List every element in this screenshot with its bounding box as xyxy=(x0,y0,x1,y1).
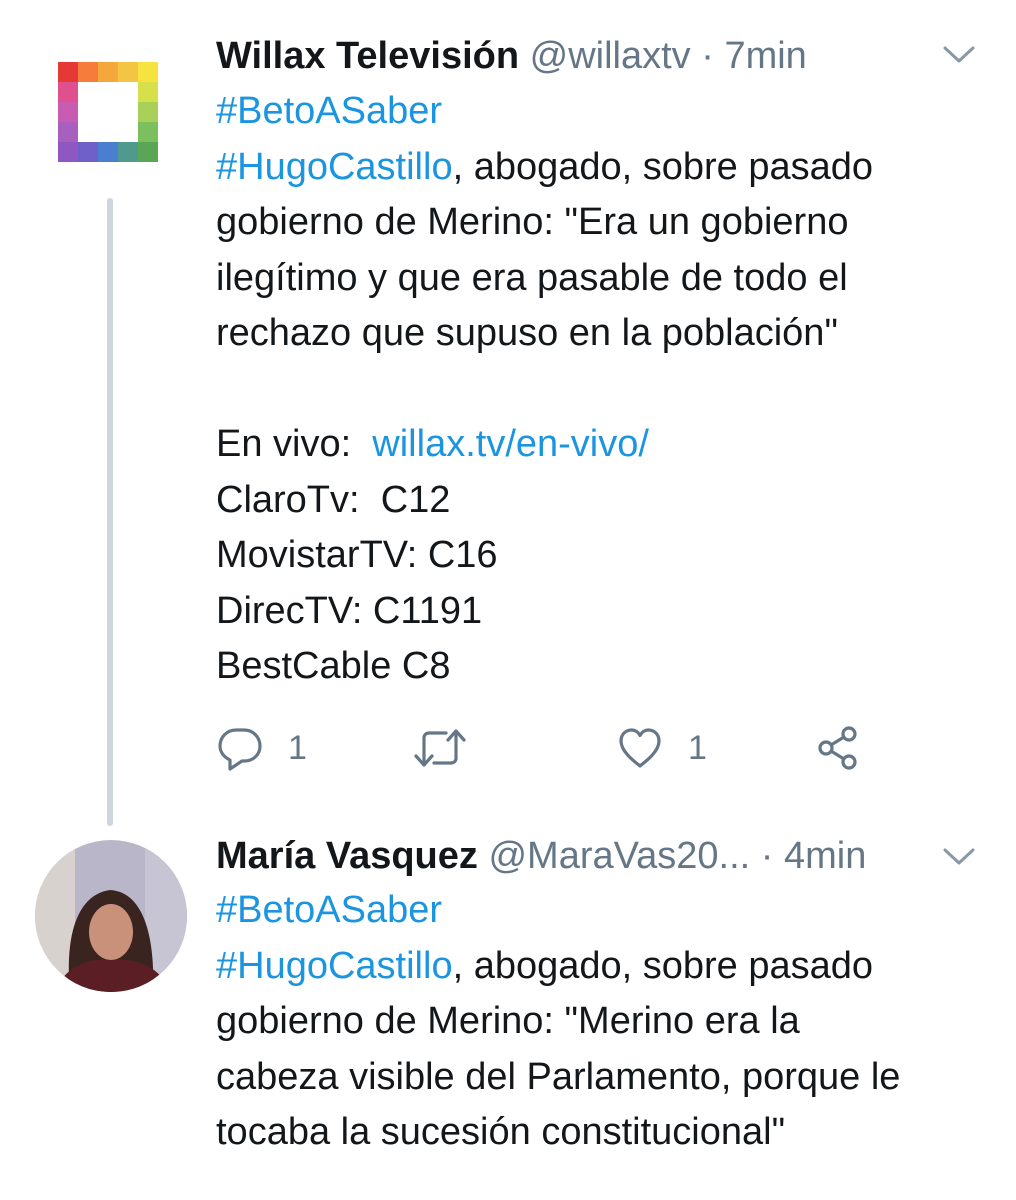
tweet-text-segment: En vivo: xyxy=(216,423,373,465)
like-icon xyxy=(619,728,661,768)
chevron-down-icon[interactable] xyxy=(942,44,976,66)
reply-count: 1 xyxy=(288,728,307,767)
share-icon xyxy=(818,726,857,770)
tweet-header: Willax Televisión @willaxtv · 7min xyxy=(216,33,807,79)
tweet-header: María Vasquez @MaraVas20... · 4min xyxy=(216,833,866,879)
user-handle[interactable]: @MaraVas20... xyxy=(488,835,750,877)
retweet-button[interactable] xyxy=(412,720,468,776)
tweet-text-line: BestCable C8 xyxy=(216,645,451,687)
tweet-text-line: MovistarTV: C16 xyxy=(216,534,498,576)
tweet-text-line: gobierno de Merino: "Era un gobierno xyxy=(216,201,849,243)
tweet-text-segment: , abogado, sobre pasado xyxy=(452,944,874,987)
avatar[interactable] xyxy=(58,62,158,162)
reply-button[interactable]: 1 xyxy=(216,720,307,776)
tweet-text-line: tocaba la sucesión constitucional" xyxy=(216,1111,786,1153)
timestamp[interactable]: 4min xyxy=(784,835,866,877)
hashtag-link[interactable]: #BetoASaber xyxy=(216,90,442,132)
tweet-text-line: DirecTV: C1191 xyxy=(216,589,483,632)
willax-logo-icon xyxy=(58,62,158,162)
tweet-text-line: gobierno de Merino: "Merino era la xyxy=(216,1000,800,1042)
avatar[interactable] xyxy=(35,840,187,992)
chevron-down-icon[interactable] xyxy=(942,846,976,868)
tweet-text-line: ClaroTv: C12 xyxy=(216,478,451,521)
tweet-text-segment: , abogado, sobre pasado xyxy=(452,145,874,188)
timestamp[interactable]: 7min xyxy=(724,35,806,77)
separator-dot: · xyxy=(701,35,714,77)
tweet-text: #BetoASaber #HugoCastillo, abogado, sobr… xyxy=(216,883,986,1161)
url-link[interactable]: willax.tv/en-vivo/ xyxy=(372,423,649,465)
reply-icon xyxy=(218,728,262,771)
separator-dot: · xyxy=(760,835,774,877)
share-button[interactable] xyxy=(814,720,862,776)
tweet-text-line: ilegítimo y que era pasable de todo el xyxy=(216,256,848,299)
tweet-text-line: cabeza visible del Parlamento, porque le xyxy=(216,1055,901,1098)
user-handle[interactable]: @willaxtv xyxy=(530,35,691,77)
display-name[interactable]: María Vasquez xyxy=(216,835,478,877)
tweet-actions: 1 1 xyxy=(216,720,916,776)
display-name[interactable]: Willax Televisión xyxy=(216,35,519,77)
retweet-icon xyxy=(414,729,466,767)
like-count: 1 xyxy=(688,728,707,767)
tweet[interactable]: Willax Televisión @willaxtv · 7min #Beto… xyxy=(0,0,1016,820)
like-button[interactable]: 1 xyxy=(616,720,707,776)
user-photo-icon xyxy=(35,840,187,992)
hashtag-link[interactable]: #HugoCastillo xyxy=(216,945,453,987)
hashtag-link[interactable]: #BetoASaber xyxy=(216,889,442,931)
tweet-text: #BetoASaber #HugoCastillo, abogado, sobr… xyxy=(216,84,986,695)
tweet-text-line: rechazo que supuso en la población" xyxy=(216,312,838,354)
hashtag-link[interactable]: #HugoCastillo xyxy=(216,146,453,188)
